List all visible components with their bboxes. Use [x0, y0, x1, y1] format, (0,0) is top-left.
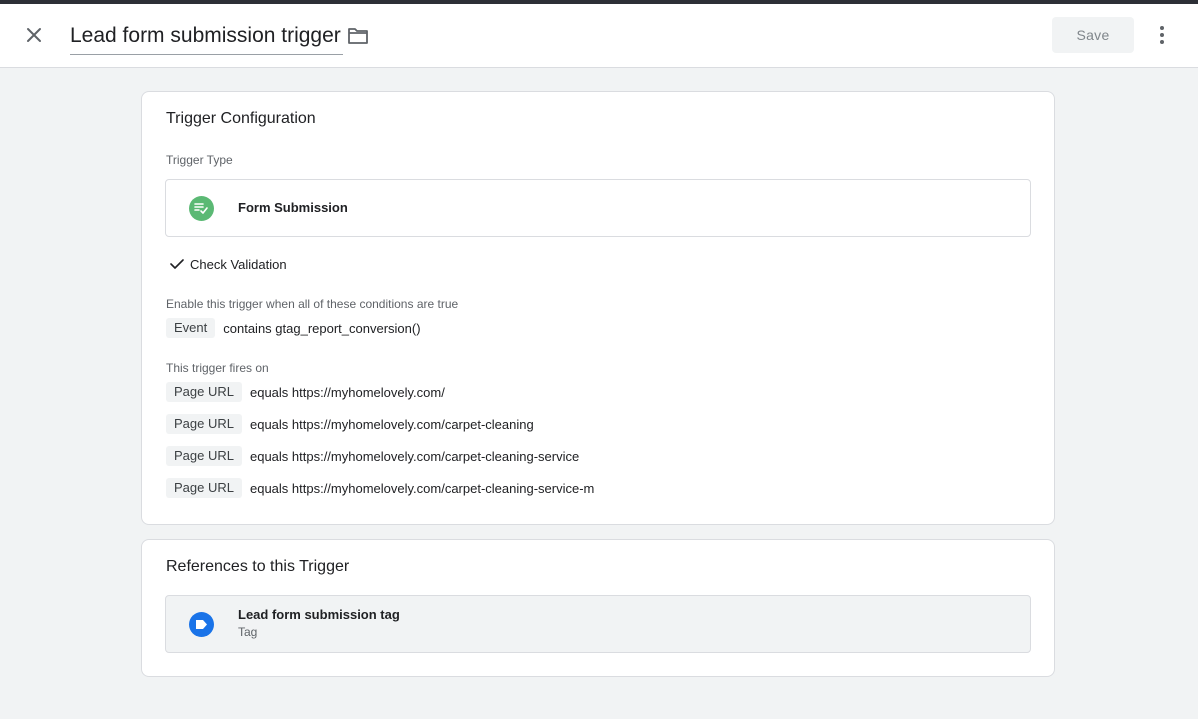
more-vert-icon: [1160, 26, 1164, 44]
condition-variable-chip: Page URL: [166, 414, 242, 434]
condition-text: contains gtag_report_conversion(): [223, 320, 421, 336]
folder-icon: [348, 28, 368, 44]
references-card: References to this Trigger Lead form sub…: [141, 539, 1055, 677]
fires-condition-row: Page URL equals https://myhomelovely.com…: [166, 446, 579, 466]
condition-text: equals https://myhomelovely.com/carpet-c…: [249, 448, 580, 464]
condition-text: equals https://myhomelovely.com/carpet-c…: [249, 480, 595, 496]
condition-variable-chip: Page URL: [166, 382, 242, 402]
references-title: References to this Trigger: [166, 558, 350, 575]
condition-variable-chip: Event: [166, 318, 216, 338]
reference-type: Tag: [238, 625, 258, 639]
folder-button[interactable]: [344, 22, 372, 50]
save-button[interactable]: Save: [1052, 17, 1134, 53]
reference-item-tag[interactable]: Lead form submission tag Tag: [165, 595, 1031, 653]
condition-text: equals https://myhomelovely.com/carpet-c…: [249, 416, 534, 432]
enable-conditions-label: Enable this trigger when all of these co…: [166, 297, 459, 311]
fires-condition-row: Page URL equals https://myhomelovely.com…: [166, 414, 534, 434]
fires-condition-row: Page URL equals https://myhomelovely.com…: [166, 382, 445, 402]
condition-text: equals https://myhomelovely.com/: [249, 384, 445, 400]
trigger-type-name: Form Submission: [238, 200, 348, 215]
trigger-configuration-title: Trigger Configuration: [166, 110, 316, 127]
condition-variable-chip: Page URL: [166, 446, 242, 466]
trigger-name-input[interactable]: Lead form submission trigger: [70, 21, 343, 55]
more-options-button[interactable]: [1148, 21, 1176, 49]
enable-condition-row: Event contains gtag_report_conversion(): [166, 318, 421, 338]
fires-condition-row: Page URL equals https://myhomelovely.com…: [166, 478, 594, 498]
trigger-type-label: Trigger Type: [166, 153, 233, 167]
check-validation-label: Check Validation: [190, 256, 287, 272]
close-button[interactable]: [20, 21, 48, 49]
trigger-configuration-card: Trigger Configuration Trigger Type Form …: [141, 91, 1055, 525]
reference-name: Lead form submission tag: [238, 607, 400, 622]
fires-on-label: This trigger fires on: [166, 361, 269, 375]
form-submission-icon: [189, 196, 214, 221]
close-icon: [27, 28, 41, 42]
condition-variable-chip: Page URL: [166, 478, 242, 498]
check-validation-row: Check Validation: [170, 256, 287, 272]
editor-header: Lead form submission trigger Save: [0, 4, 1198, 68]
trigger-type-selector[interactable]: Form Submission: [165, 179, 1031, 237]
checkmark-icon: [170, 259, 184, 269]
tag-icon: [189, 612, 214, 637]
